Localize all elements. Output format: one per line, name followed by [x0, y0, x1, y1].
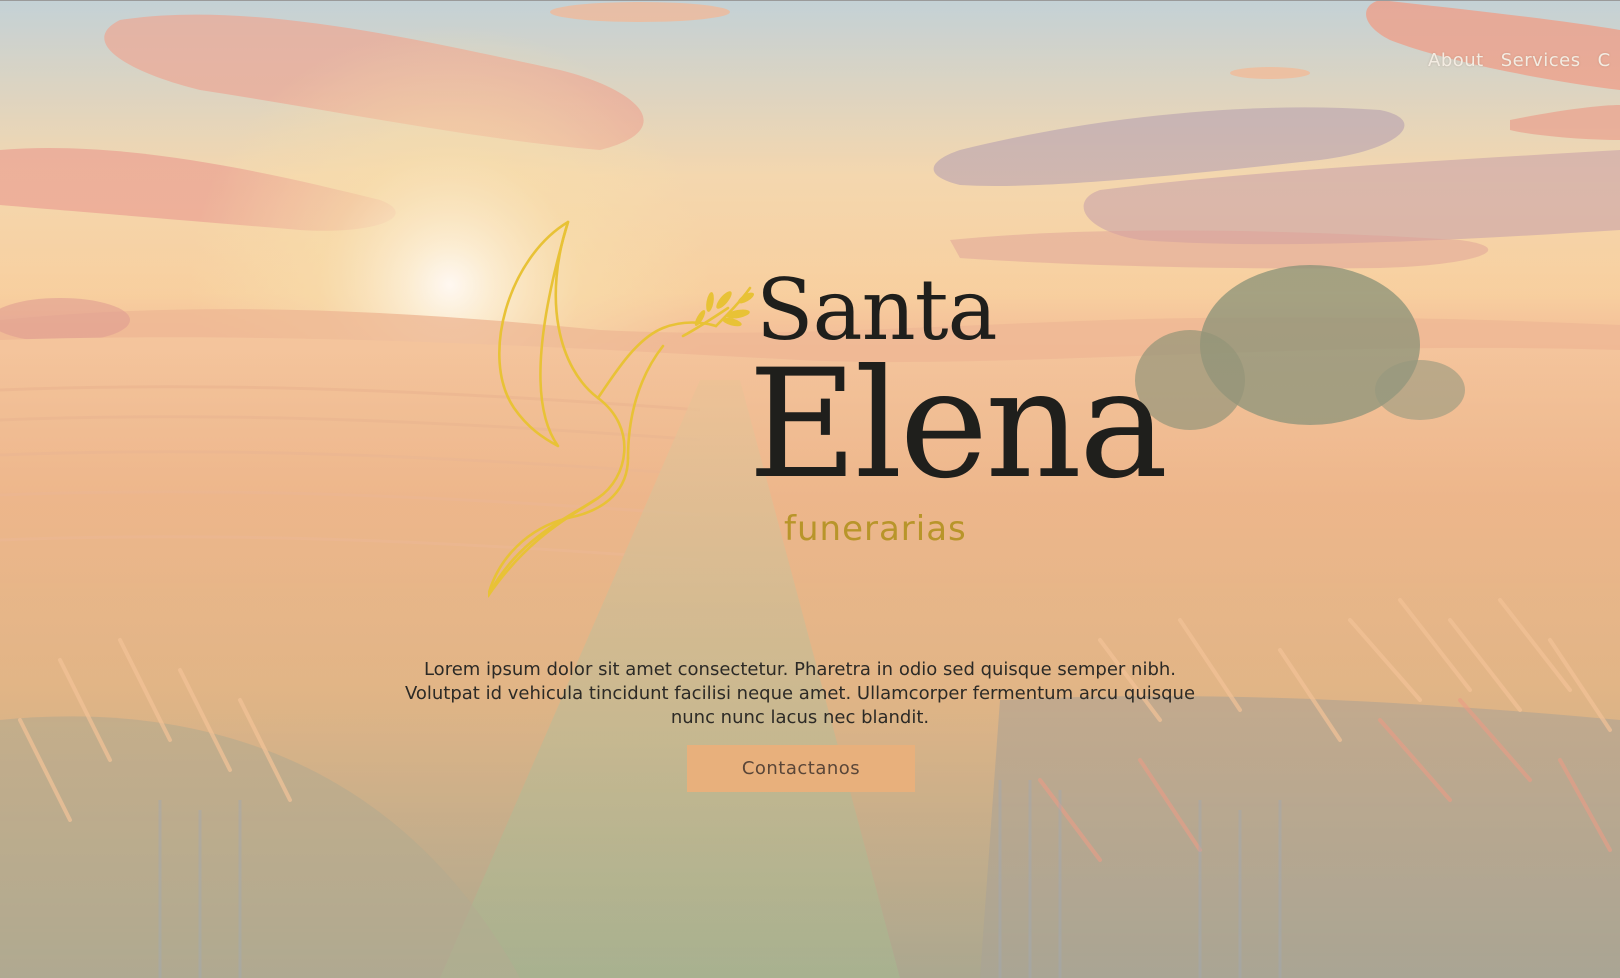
- main-nav: About Services C: [1428, 50, 1611, 71]
- nav-link-services[interactable]: Services: [1501, 50, 1581, 71]
- nav-link-about[interactable]: About: [1428, 50, 1484, 71]
- nav-link-partial[interactable]: C: [1598, 50, 1611, 71]
- dove-with-branch-icon: [488, 220, 754, 598]
- hero-description: Lorem ipsum dolor sit amet consectetur. …: [404, 659, 1196, 728]
- contact-button[interactable]: Contactanos: [687, 745, 915, 792]
- brand-tagline: funerarias: [784, 509, 967, 549]
- brand-name-line2: Elena: [748, 338, 1168, 512]
- top-border: [0, 0, 1620, 1]
